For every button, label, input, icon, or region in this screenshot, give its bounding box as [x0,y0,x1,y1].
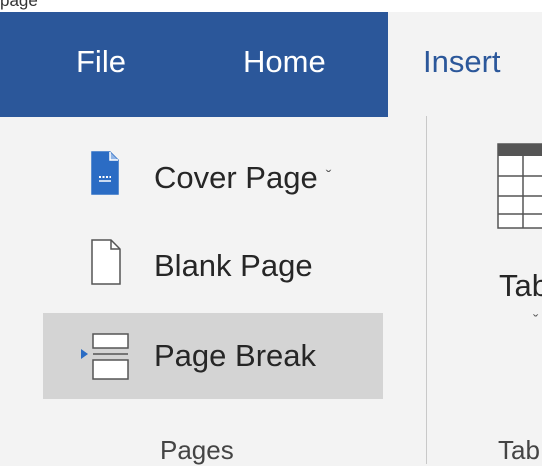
page-break-button[interactable]: Page Break [43,313,383,399]
cover-page-icon [91,151,119,200]
tab-home[interactable]: Home [243,12,326,117]
chevron-down-icon: ˇ [325,167,332,186]
blank-page-icon [91,239,121,290]
table-button[interactable]: Tab ˇ [485,143,542,333]
page-break-icon [81,333,131,386]
group-separator [426,116,427,464]
pages-group-label: Pages [160,435,234,465]
cover-page-label: Cover Page ˇ [154,160,332,195]
document-top-strip: page [0,0,542,12]
page-break-label: Page Break [154,338,316,373]
ribbon-tab-bar: File Home Insert [0,12,542,117]
ribbon-panel: Cover Page ˇ Blank Page Page Break Pages [0,117,542,465]
tab-insert[interactable]: Insert [388,12,542,117]
tables-group-label: Tab [498,435,540,465]
table-icon [497,143,542,234]
tab-file[interactable]: File [76,12,126,117]
blank-page-button[interactable]: Blank Page [43,223,383,309]
cover-page-button[interactable]: Cover Page ˇ [43,135,383,221]
blank-page-label: Blank Page [154,248,313,283]
clipped-text: page [0,0,38,10]
table-button-label: Tab [499,268,542,303]
chevron-down-icon: ˇ [533,313,539,330]
